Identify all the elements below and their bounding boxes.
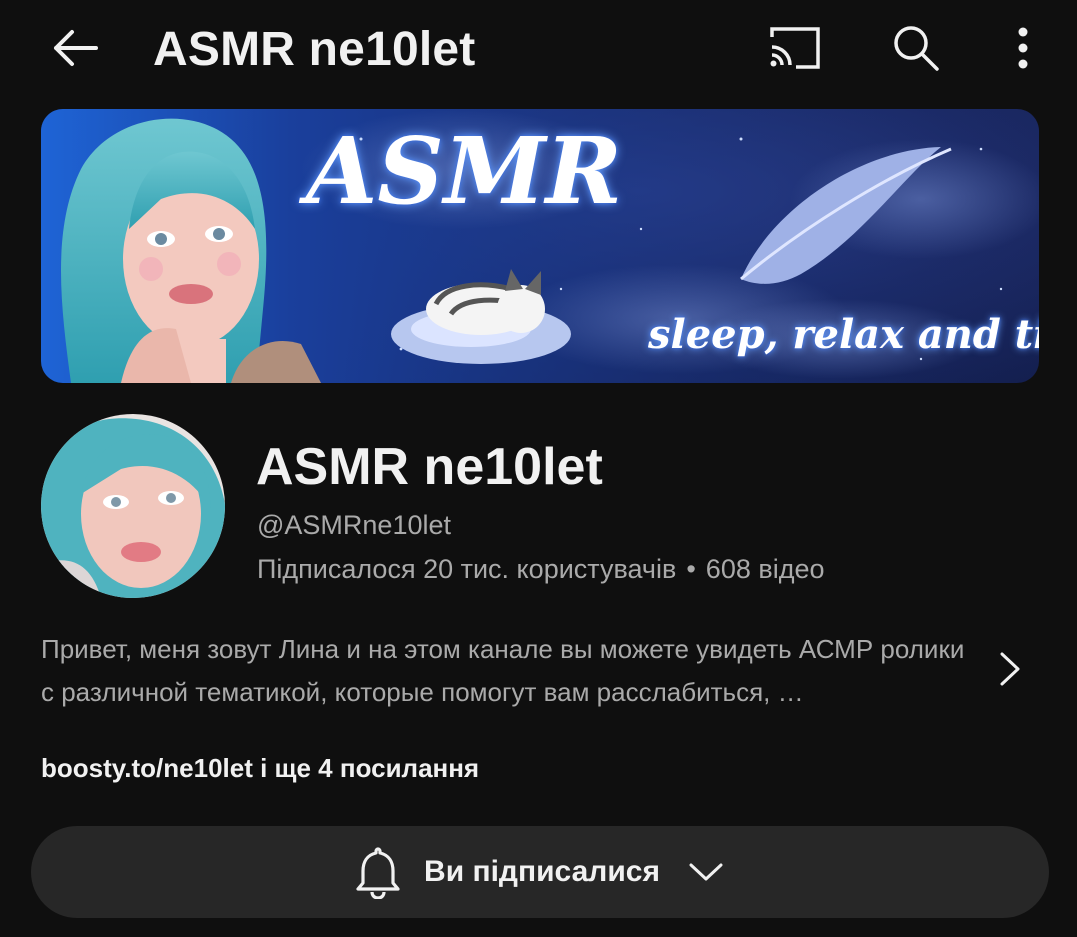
banner-tagline: sleep, relax and tingles bbox=[648, 311, 1039, 358]
channel-avatar[interactable] bbox=[41, 414, 225, 598]
avatar-photo bbox=[41, 414, 225, 598]
subscribed-button[interactable]: Ви підписалися bbox=[31, 826, 1049, 918]
cast-button[interactable] bbox=[762, 22, 826, 74]
subscriber-count: Підписалося 20 тис. користувачів bbox=[257, 554, 677, 584]
channel-links[interactable]: boosty.to/ne10let і ще 4 посилання bbox=[41, 751, 479, 785]
subscribed-label: Ви підписалися bbox=[424, 855, 660, 888]
top-app-bar: ASMR ne10let bbox=[0, 0, 1077, 100]
arrow-back-icon bbox=[54, 30, 98, 66]
page-title: ASMR ne10let bbox=[153, 23, 476, 76]
stats-separator: • bbox=[686, 554, 696, 584]
more-vert-icon bbox=[1018, 27, 1028, 69]
channel-name: ASMR ne10let bbox=[256, 438, 603, 496]
bell-icon bbox=[354, 844, 402, 900]
chevron-right-icon bbox=[1000, 652, 1020, 686]
back-button[interactable] bbox=[46, 22, 102, 74]
cast-icon bbox=[770, 27, 820, 69]
channel-banner[interactable]: ASMR sleep, relax and tingles bbox=[41, 109, 1039, 383]
more-options-button[interactable] bbox=[1000, 20, 1046, 76]
search-icon bbox=[894, 26, 939, 71]
video-count: 608 відео bbox=[705, 554, 825, 584]
description-expand-button[interactable] bbox=[990, 645, 1030, 693]
channel-description[interactable]: Привет, меня зовут Лина и на этом канале… bbox=[41, 628, 981, 714]
channel-handle: @ASMRne10let bbox=[257, 510, 451, 540]
banner-title: ASMR bbox=[306, 117, 623, 225]
channel-stats: Підписалося 20 тис. користувачів • 608 від… bbox=[257, 552, 824, 586]
chevron-down-icon bbox=[686, 852, 726, 892]
search-button[interactable] bbox=[886, 20, 946, 76]
